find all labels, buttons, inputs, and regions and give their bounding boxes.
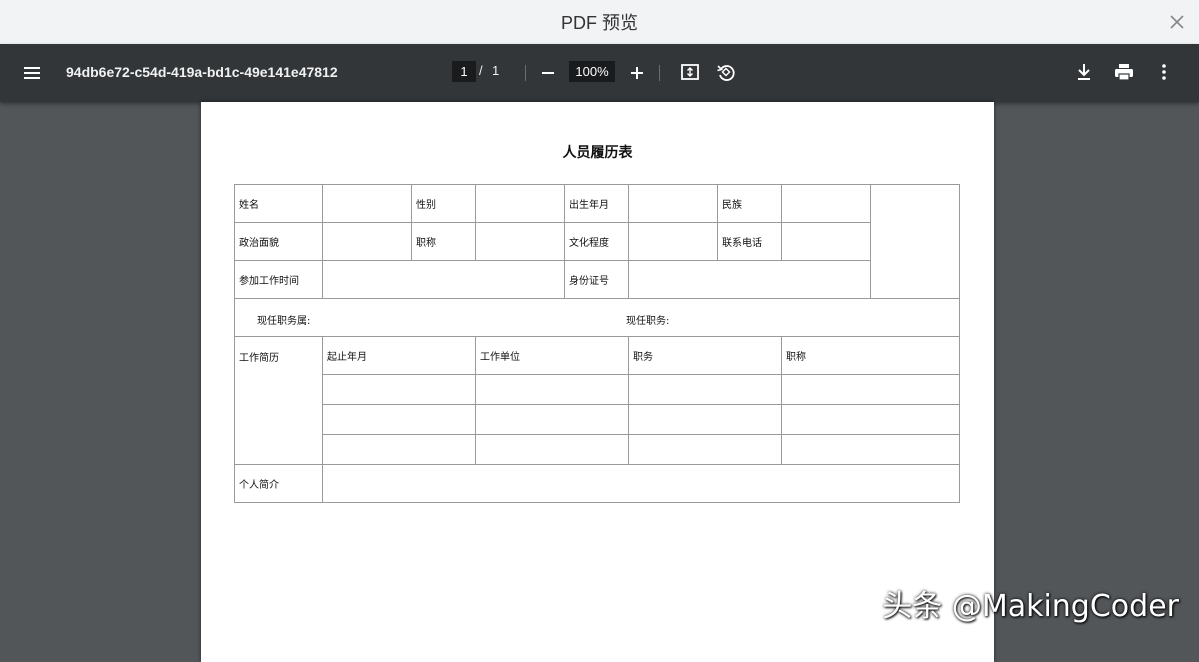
label-political: 政治面貌 [234,222,323,261]
page-number-input[interactable]: 1 [452,61,476,82]
field-id-number [628,260,871,299]
label-education: 文化程度 [564,222,629,261]
table-row [235,374,960,405]
table-row: 现任职务属: 现任职务: [234,298,960,337]
field-gender [475,184,565,223]
watermark: 头条 @MakingCoder [882,589,1179,624]
label-current-dept: 现任职务属: [257,316,311,327]
table-row: 工作简历 起止年月 工作单位 职务 职称 [234,336,960,465]
page-separator: / [479,63,483,78]
label-work-start: 参加工作时间 [234,260,323,299]
table-row [235,434,960,465]
field-education [628,222,718,261]
label-name: 姓名 [234,184,323,223]
history-cell [628,434,782,465]
zoom-level-input[interactable]: 100% [569,61,615,82]
pdf-page: 人员履历表 姓名 性别 出生年月 民族 政治面貌 职称 文化程度 联系电话 参加… [201,102,994,662]
header-period: 起止年月 [322,336,476,375]
field-work-start [322,260,565,299]
table-row: 个人简介 [234,464,960,503]
history-cell [322,404,476,435]
dialog-titlebar: PDF 预览 [0,0,1199,44]
history-cell [781,404,960,435]
history-cell [475,434,629,465]
table-row: 参加工作时间 身份证号 [234,260,960,299]
plus-icon[interactable] [625,61,649,85]
label-phone: 联系电话 [717,222,782,261]
download-icon[interactable] [1072,60,1096,84]
page-total: 1 [492,63,500,78]
history-cell [628,404,782,435]
label-prof-title: 职称 [411,222,476,261]
menu-icon[interactable] [20,61,44,85]
field-political [322,222,412,261]
field-birth [628,184,718,223]
table-row [235,404,960,435]
toolbar-divider [659,65,660,81]
document-title: 人员履历表 [562,145,633,161]
minus-icon[interactable] [536,61,560,85]
dialog-title: PDF 预览 [560,13,638,33]
table-row: 姓名 性别 出生年月 民族 [234,184,960,299]
photo-cell [870,184,960,299]
fit-page-icon[interactable] [678,60,702,84]
field-name [322,184,412,223]
header-job-title: 职称 [781,336,960,375]
label-ethnicity: 民族 [717,184,782,223]
label-gender: 性别 [411,184,476,223]
pdf-toolbar: 94db6e72-c54d-419a-bd1c-49e141e47812 1 /… [0,44,1199,102]
close-icon[interactable] [1165,10,1189,34]
history-cell [781,374,960,405]
label-intro: 个人简介 [234,464,323,503]
resume-form-table: 姓名 性别 出生年月 民族 政治面貌 职称 文化程度 联系电话 参加工作时间 身… [234,184,960,503]
history-cell [475,374,629,405]
header-duty: 职务 [628,336,782,375]
header-employer: 工作单位 [475,336,629,375]
table-row: 政治面貌 职称 文化程度 联系电话 [234,222,960,261]
history-cell [322,434,476,465]
history-cell [628,374,782,405]
more-vert-icon[interactable] [1152,60,1176,84]
label-current-post: 现任职务: [626,316,670,327]
print-icon[interactable] [1112,60,1136,84]
document-filename: 94db6e72-c54d-419a-bd1c-49e141e47812 [66,64,338,80]
field-ethnicity [781,184,871,223]
rotate-icon[interactable] [714,60,738,84]
label-id-number: 身份证号 [564,260,629,299]
history-cell [475,404,629,435]
history-cell [781,434,960,465]
toolbar-divider [525,65,526,81]
label-birth: 出生年月 [564,184,629,223]
current-position-row: 现任职务属: 现任职务: [234,298,960,337]
history-cell [322,374,476,405]
field-phone [781,222,871,261]
field-prof-title [475,222,565,261]
label-work-history: 工作简历 [234,336,323,465]
field-intro [322,464,960,503]
